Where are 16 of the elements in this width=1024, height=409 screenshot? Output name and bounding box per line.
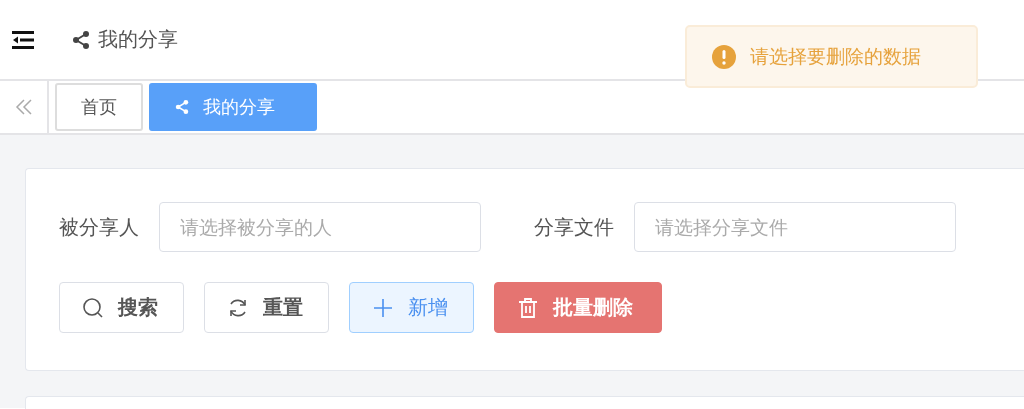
share-icon (175, 100, 189, 114)
select-field[interactable]: 请选择被分享的人 (159, 202, 481, 252)
toast-message: 请选择要删除的数据 (750, 43, 921, 69)
search-icon (82, 296, 104, 319)
plus-icon (372, 296, 394, 319)
share-icon (72, 30, 90, 49)
search-button[interactable]: 搜索 (59, 282, 184, 333)
reset-button[interactable]: 重置 (204, 282, 329, 333)
menu-icon[interactable] (12, 30, 34, 49)
trash-icon (517, 296, 539, 319)
field-label: 分享文件 (534, 213, 614, 241)
select-field[interactable]: 请选择分享文件 (634, 202, 956, 252)
field-label: 被分享人 (59, 213, 139, 241)
breadcrumb-text: 我的分享 (98, 26, 178, 53)
warning-icon (712, 44, 736, 69)
tab[interactable]: 首页 (55, 83, 143, 131)
